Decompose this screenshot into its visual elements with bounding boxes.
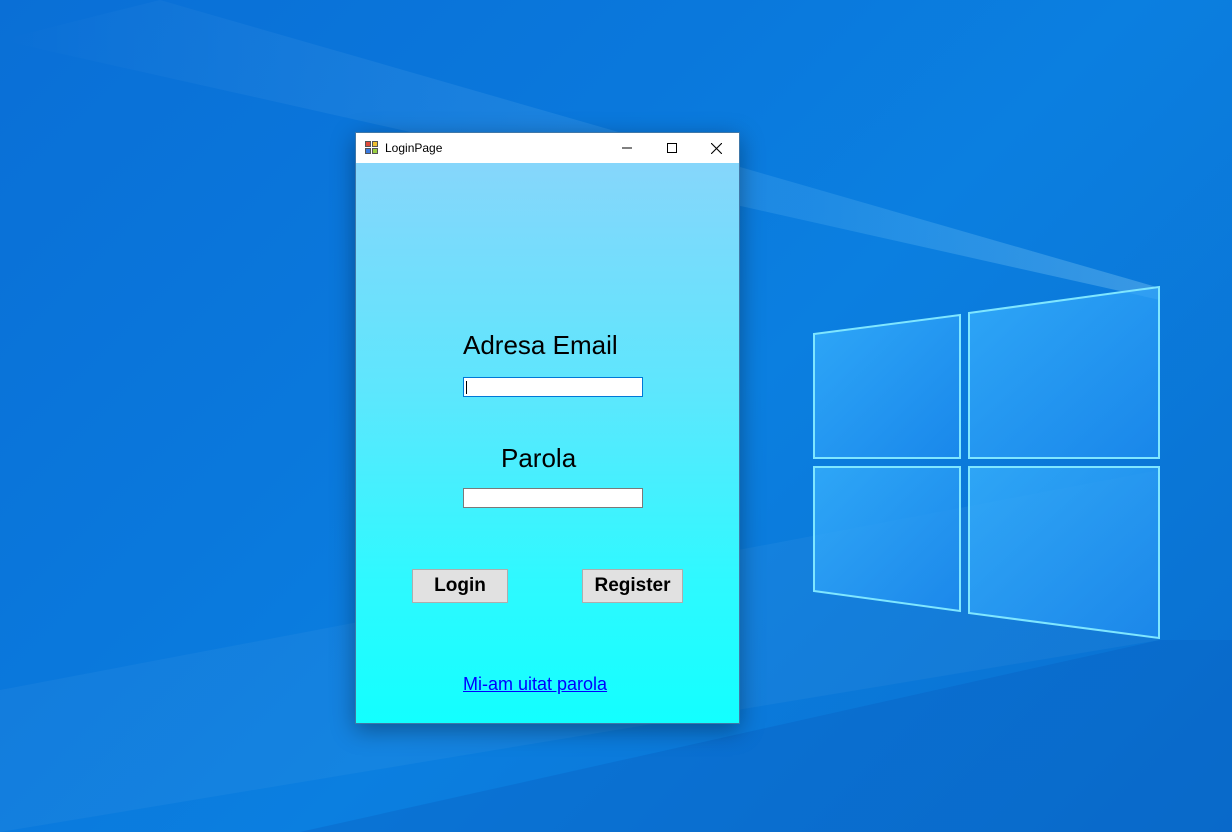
password-field[interactable] [463,488,643,508]
minimize-icon [621,147,632,149]
email-field[interactable] [463,377,643,397]
close-icon [711,142,722,154]
maximize-icon [666,143,677,153]
maximize-button[interactable] [649,133,694,163]
text-caret [466,381,467,394]
login-form: Adresa Email Parola Login Register Mi-am… [356,163,739,723]
minimize-button[interactable] [604,133,649,163]
app-icon [365,141,379,155]
desktop: LoginPage Adresa Email Parola Login Regi… [0,0,1232,832]
email-label: Adresa Email [463,330,618,360]
title-bar[interactable]: LoginPage [356,133,739,163]
close-button[interactable] [694,133,739,163]
register-button[interactable]: Register [582,569,683,603]
password-label: Parola [501,443,577,473]
window-title: LoginPage [385,141,443,155]
login-window: LoginPage Adresa Email Parola Login Regi… [355,132,740,724]
forgot-password-link[interactable]: Mi-am uitat parola [463,674,607,695]
login-button[interactable]: Login [412,569,508,603]
window-controls [604,133,739,163]
